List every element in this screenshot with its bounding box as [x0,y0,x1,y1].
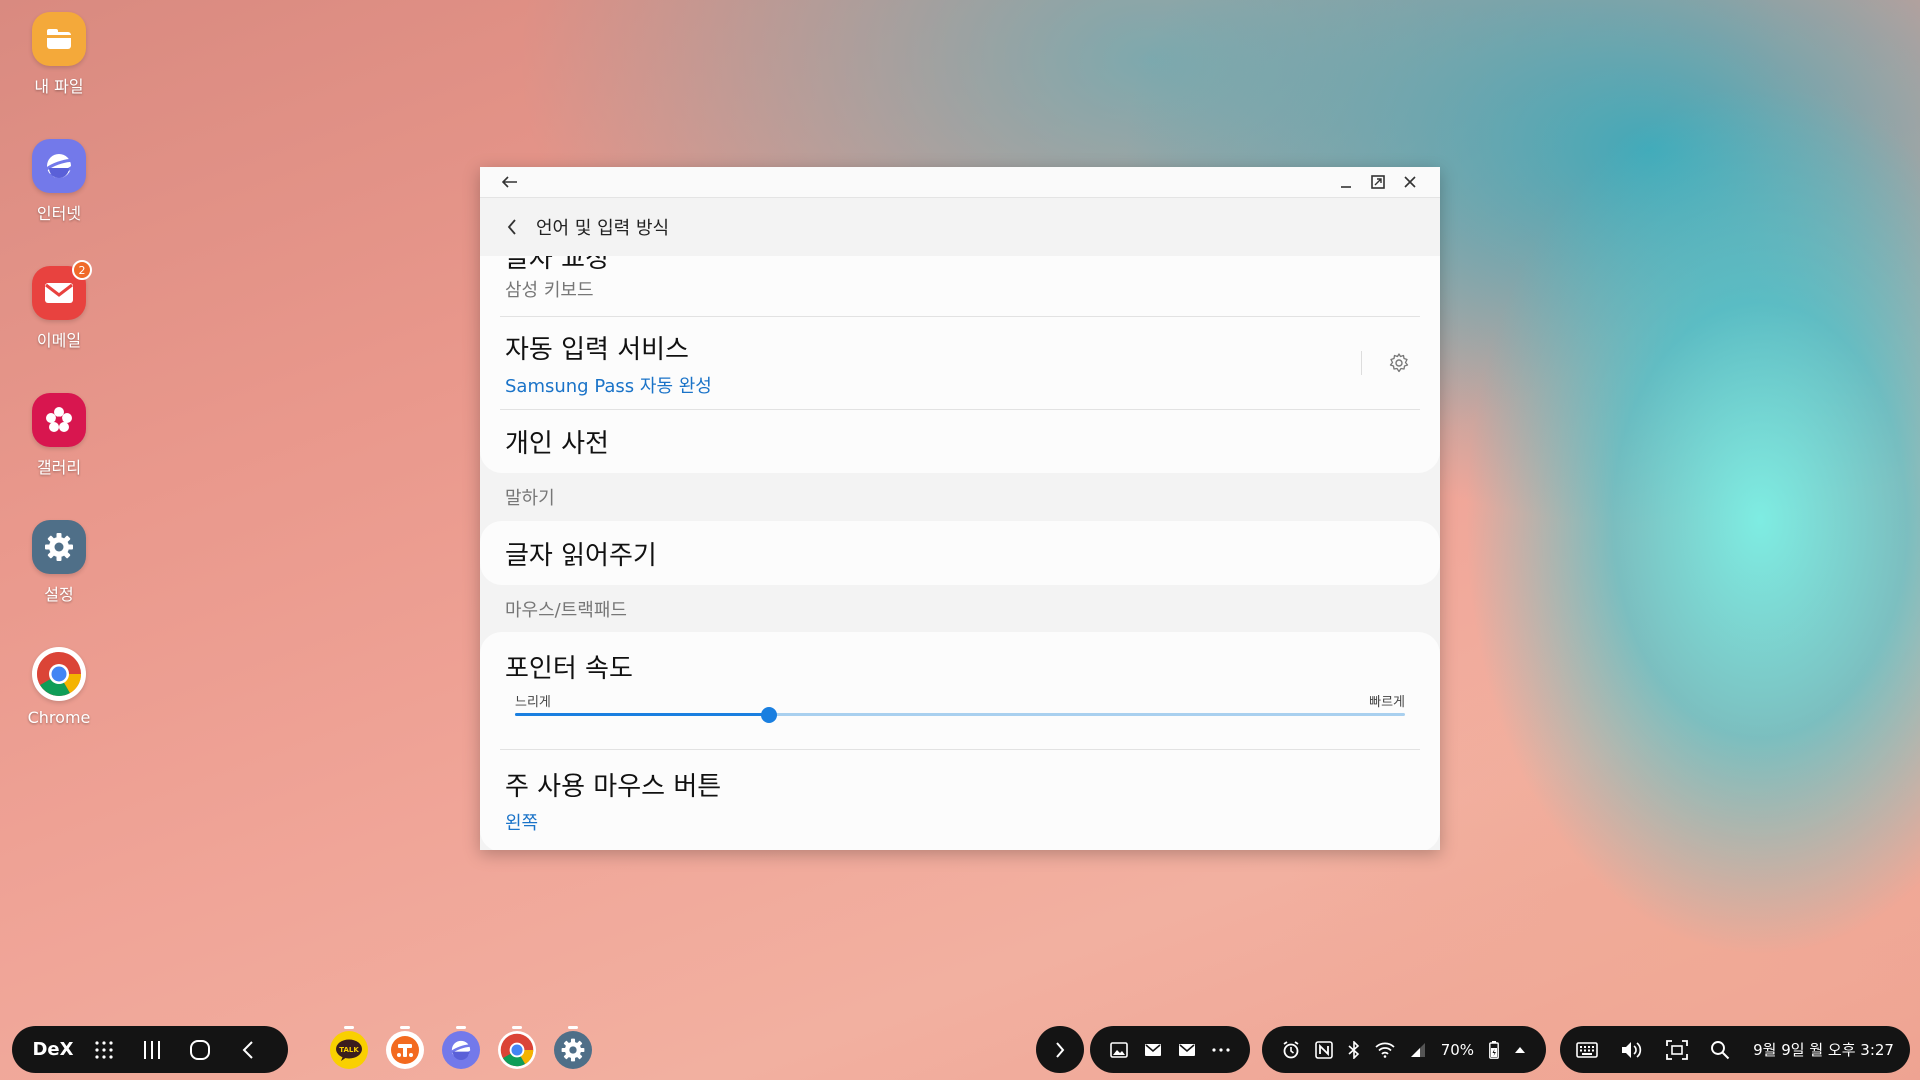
keyboard-icon[interactable] [1576,1041,1598,1058]
wifi-icon [1375,1042,1395,1058]
unread-count-badge: 2 [72,260,92,280]
gear-icon[interactable] [554,1026,592,1069]
row-title: 개인 사전 [505,429,609,459]
bluetooth-icon [1348,1040,1360,1059]
dex-button[interactable]: DeX [26,1039,80,1060]
input-card: 글자 교정 삼성 키보드 자동 입력 서비스 Samsung Pass 자동 완… [480,256,1440,473]
battery-percentage: 70% [1440,1040,1475,1059]
row-subtitle: 삼성 키보드 [505,280,594,301]
personal-dictionary-item[interactable]: 개인 사전 [500,409,1420,473]
row-title: 주 사용 마우스 버튼 [505,772,722,802]
desktop-icon-my-files[interactable]: 내 파일 [14,12,104,97]
gear-icon [32,520,86,574]
mail-icon: 2 [32,260,92,320]
row-title: 글자 읽어주기 [505,540,657,571]
flower-icon [32,393,86,447]
kakaotalk-icon[interactable]: TALK [330,1026,368,1069]
desktop-icon-label: 내 파일 [34,77,84,96]
desktop-icon-label: 이메일 [36,331,82,350]
chrome-icon[interactable] [498,1026,536,1069]
close-icon[interactable] [1394,167,1426,198]
page-title: 언어 및 입력 방식 [536,218,670,239]
row-title: 글자 교정 [505,256,609,274]
slider-fill [515,713,769,716]
minimize-icon[interactable] [1330,167,1362,198]
caret-up-icon[interactable] [1514,1046,1526,1054]
keyboard-correction-item[interactable]: 글자 교정 삼성 키보드 [500,256,1420,316]
status-icons[interactable]: 70% [1262,1026,1546,1073]
row-subtitle: 왼쪽 [505,813,539,834]
tmap-icon[interactable] [386,1026,424,1069]
more-icon[interactable] [1212,1047,1230,1052]
image-notification-icon[interactable] [1110,1041,1128,1058]
desktop-icon-settings[interactable]: 설정 [14,520,104,605]
clock-datetime[interactable]: 9월 9일 월 오후 3:27 [1753,1039,1894,1060]
mail-icon[interactable] [1178,1043,1196,1057]
system-tray[interactable]: 9월 9일 월 오후 3:27 [1560,1026,1910,1073]
navigation-bar: DeX [12,1026,288,1073]
expand-notifications-button[interactable] [1036,1026,1084,1073]
section-header-mouse: 마우스/트랙패드 [505,599,627,621]
row-title: 자동 입력 서비스 [505,334,689,365]
back-icon[interactable] [224,1040,272,1060]
mouse-card: 포인터 속도 느리게 빠르게 주 사용 마우스 버튼 왼쪽 [480,632,1440,850]
slider-min-label: 느리게 [515,695,551,710]
settings-list[interactable]: 글자 교정 삼성 키보드 자동 입력 서비스 Samsung Pass 자동 완… [480,256,1440,850]
app-dock: TALK [330,1026,610,1070]
internet-planet-icon [32,139,86,193]
slider-max-label: 빠르게 [1369,695,1405,710]
row-subtitle: Samsung Pass 자동 완성 [505,375,712,397]
primary-mouse-button-item[interactable]: 주 사용 마우스 버튼 왼쪽 [500,749,1420,839]
divider [1361,351,1362,375]
notification-icons[interactable] [1090,1026,1250,1073]
app-header: 언어 및 입력 방식 [480,198,1440,256]
row-title: 포인터 속도 [505,654,633,684]
section-header-speech: 말하기 [505,488,555,509]
desktop-icon-label: Chrome [27,708,91,727]
gear-icon[interactable] [1388,352,1410,374]
desktop-icon-label: 설정 [44,585,74,604]
chrome-icon [32,647,86,701]
chevron-left-icon[interactable] [500,215,524,239]
alarm-icon [1282,1040,1300,1059]
window-titlebar[interactable] [480,167,1440,198]
mail-icon[interactable] [1144,1043,1162,1057]
speech-card: 글자 읽어주기 [480,521,1440,585]
folder-icon [32,12,86,66]
text-to-speech-item[interactable]: 글자 읽어주기 [500,521,1420,585]
desktop-icon-gallery[interactable]: 갤러리 [14,393,104,478]
battery-charging-icon [1489,1040,1499,1059]
settings-window: 언어 및 입력 방식 글자 교정 삼성 키보드 자동 입력 서비스 Samsun… [480,167,1440,850]
nfc-icon [1315,1040,1333,1059]
home-icon[interactable] [176,1039,224,1061]
signal-icon [1410,1042,1426,1058]
maximize-icon[interactable] [1362,167,1394,198]
desktop-icon-label: 인터넷 [36,204,82,223]
search-icon[interactable] [1710,1040,1730,1060]
pointer-speed-slider[interactable]: 느리게 빠르게 [515,691,1405,731]
apps-grid-icon[interactable] [80,1040,128,1060]
back-arrow-icon[interactable] [494,167,526,198]
recent-apps-icon[interactable] [128,1040,176,1060]
chevron-right-icon [1056,1041,1065,1058]
desktop-icon-label: 갤러리 [36,458,82,477]
pointer-speed-item: 포인터 속도 느리게 빠르게 [500,632,1420,749]
volume-icon[interactable] [1621,1041,1643,1059]
desktop-icon-internet[interactable]: 인터넷 [14,139,104,224]
autofill-service-item[interactable]: 자동 입력 서비스 Samsung Pass 자동 완성 [500,316,1420,409]
slider-thumb[interactable] [760,707,777,723]
desktop-icon-email[interactable]: 2 이메일 [14,260,104,351]
screenshot-icon[interactable] [1665,1039,1688,1060]
internet-planet-icon[interactable] [442,1026,480,1069]
desktop-icon-chrome[interactable]: Chrome [14,647,104,727]
svg-text:TALK: TALK [339,1046,359,1054]
